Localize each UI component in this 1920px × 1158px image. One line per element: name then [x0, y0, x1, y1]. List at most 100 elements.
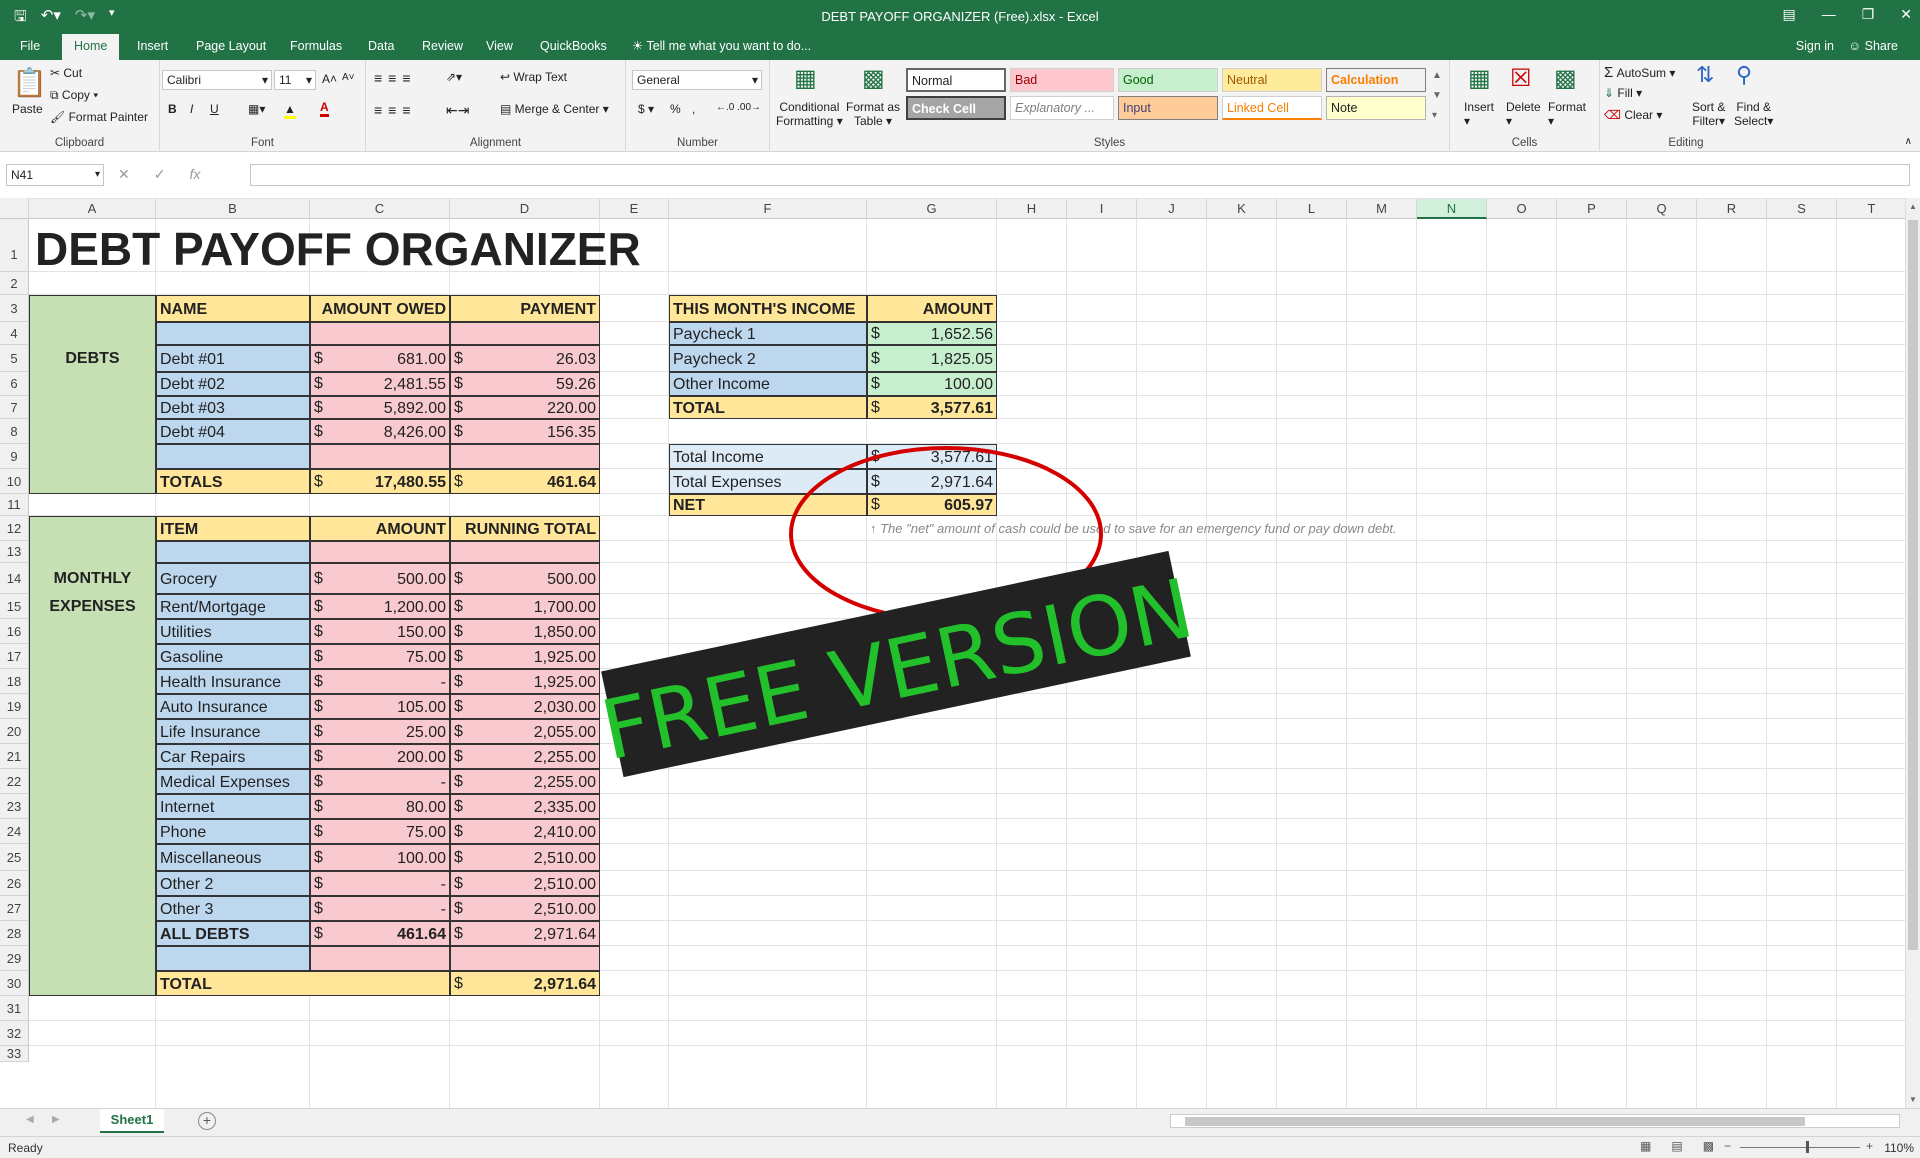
column-header-p[interactable]: P	[1557, 198, 1627, 219]
expense-item[interactable]: Gasoline	[156, 644, 310, 669]
expense-header-item[interactable]: ITEM	[156, 516, 310, 541]
column-header-m[interactable]: M	[1347, 198, 1417, 219]
enter-icon[interactable]: ✓	[154, 166, 166, 183]
expense-amount[interactable]: -	[310, 669, 450, 694]
income-name[interactable]: Paycheck 2	[669, 345, 867, 372]
format-cells-button[interactable]: Format ▾	[1548, 100, 1586, 128]
debts-label-block[interactable]	[29, 295, 156, 494]
tab-insert[interactable]: Insert	[125, 34, 180, 60]
income-total-label[interactable]: TOTAL	[669, 396, 867, 419]
expense-amount[interactable]: -	[310, 896, 450, 921]
style-explanatory[interactable]: Explanatory ...	[1010, 96, 1114, 120]
expense-empty-row[interactable]	[156, 541, 310, 563]
zoom-slider-thumb[interactable]	[1806, 1141, 1809, 1153]
paste-button[interactable]: Paste	[12, 102, 43, 116]
tab-formulas[interactable]: Formulas	[278, 34, 354, 60]
format-as-table-icon[interactable]: ▩	[862, 64, 885, 93]
expense-item[interactable]: Medical Expenses	[156, 769, 310, 794]
expense-running-total[interactable]: 2,055.00	[450, 719, 600, 744]
format-cells-icon[interactable]: ▩	[1554, 64, 1577, 93]
row-header-16[interactable]: 16	[0, 619, 29, 644]
style-check-cell[interactable]: Check Cell	[906, 96, 1006, 120]
row-header-3[interactable]: 3	[0, 295, 29, 322]
cut-button[interactable]: ✂ Cut	[50, 66, 82, 80]
horizontal-scroll-thumb[interactable]	[1185, 1117, 1805, 1126]
format-as-table-button[interactable]: Format as Table ▾	[846, 100, 900, 128]
debt-name[interactable]: Debt #01	[156, 345, 310, 372]
expense-amount[interactable]: 80.00	[310, 794, 450, 819]
column-header-i[interactable]: I	[1067, 198, 1137, 219]
zoom-in-icon[interactable]: +	[1866, 1139, 1873, 1153]
row-header-13[interactable]: 13	[0, 541, 29, 563]
column-header-g[interactable]: G	[867, 198, 997, 219]
column-header-q[interactable]: Q	[1627, 198, 1697, 219]
style-normal[interactable]: Normal	[906, 68, 1006, 92]
comma-icon[interactable]: ,	[692, 102, 695, 116]
row-header-9[interactable]: 9	[0, 444, 29, 469]
row-header-7[interactable]: 7	[0, 396, 29, 419]
debt-empty-row[interactable]	[156, 444, 310, 469]
row-header-33[interactable]: 33	[0, 1046, 29, 1062]
row-header-31[interactable]: 31	[0, 996, 29, 1021]
debt-header-payment[interactable]: PAYMENT	[450, 295, 600, 322]
sheet-nav-prev-icon[interactable]: ◀	[26, 1114, 34, 1125]
row-header-2[interactable]: 2	[0, 272, 29, 295]
sort-filter-icon[interactable]: ⇅	[1696, 62, 1714, 88]
debt-empty-row[interactable]	[156, 322, 310, 345]
debt-payment[interactable]: 26.03	[450, 345, 600, 372]
expense-item[interactable]: Internet	[156, 794, 310, 819]
expense-amount[interactable]: 200.00	[310, 744, 450, 769]
expense-total-running[interactable]: 2,971.64	[450, 971, 600, 996]
debt-amount-owed[interactable]: 681.00	[310, 345, 450, 372]
expense-item[interactable]: Car Repairs	[156, 744, 310, 769]
income-amount[interactable]: 1,825.05	[867, 345, 997, 372]
expense-running-total[interactable]: 500.00	[450, 563, 600, 594]
row-header-20[interactable]: 20	[0, 719, 29, 744]
collapse-ribbon-icon[interactable]: ∧	[1905, 136, 1912, 147]
expense-item[interactable]: Auto Insurance	[156, 694, 310, 719]
clear-button[interactable]: ⌫ Clear ▾	[1604, 108, 1662, 122]
sheet-tab[interactable]: Sheet1	[100, 1109, 164, 1133]
sheet-nav-next-icon[interactable]: ▶	[52, 1114, 60, 1125]
debt-name[interactable]: Debt #02	[156, 372, 310, 396]
debt-name[interactable]: Debt #04	[156, 419, 310, 444]
currency-icon[interactable]: $ ▾	[638, 102, 654, 116]
expense-item[interactable]: Rent/Mortgage	[156, 594, 310, 619]
summary-amount[interactable]: 2,971.64	[867, 469, 997, 494]
expense-running-total[interactable]: 1,925.00	[450, 644, 600, 669]
debt-total-owed[interactable]: 17,480.55	[310, 469, 450, 494]
expense-running-total[interactable]: 2,510.00	[450, 896, 600, 921]
minimize-icon[interactable]: —	[1822, 6, 1836, 23]
borders-icon[interactable]: ▦▾	[248, 102, 265, 116]
tab-file[interactable]: File	[8, 34, 52, 60]
insert-cells-button[interactable]: Insert ▾	[1464, 100, 1494, 128]
expense-amount[interactable]: -	[310, 871, 450, 896]
delete-cells-button[interactable]: Delete ▾	[1506, 100, 1541, 128]
net-amount[interactable]: 605.97	[867, 494, 997, 516]
grow-font-icon[interactable]: A˄	[322, 72, 337, 86]
column-header-o[interactable]: O	[1487, 198, 1557, 219]
column-header-c[interactable]: C	[310, 198, 450, 219]
debt-amount-owed[interactable]: 5,892.00	[310, 396, 450, 419]
row-header-14[interactable]: 14	[0, 563, 29, 594]
expense-running-total[interactable]: 2,410.00	[450, 819, 600, 844]
formula-input[interactable]	[250, 164, 1910, 186]
expense-item[interactable]: Grocery	[156, 563, 310, 594]
debt-empty-row[interactable]	[450, 444, 600, 469]
row-header-26[interactable]: 26	[0, 871, 29, 896]
tab-page-layout[interactable]: Page Layout	[184, 34, 278, 60]
sheet-title[interactable]: DEBT PAYOFF ORGANIZER	[29, 219, 867, 275]
expense-running-total[interactable]: 1,925.00	[450, 669, 600, 694]
column-header-l[interactable]: L	[1277, 198, 1347, 219]
page-layout-view-icon[interactable]: ▤	[1671, 1139, 1682, 1153]
expense-empty-row[interactable]	[156, 946, 310, 971]
column-header-j[interactable]: J	[1137, 198, 1207, 219]
row-header-28[interactable]: 28	[0, 921, 29, 946]
number-format-select[interactable]: General ▾	[632, 70, 762, 90]
tab-data[interactable]: Data	[356, 34, 406, 60]
expenses-label[interactable]: EXPENSES	[29, 594, 156, 619]
sign-in-link[interactable]: Sign in	[1796, 34, 1834, 58]
ribbon-display-icon[interactable]: ▤	[1782, 6, 1795, 23]
debt-total-payment[interactable]: 461.64	[450, 469, 600, 494]
column-header-h[interactable]: H	[997, 198, 1067, 219]
